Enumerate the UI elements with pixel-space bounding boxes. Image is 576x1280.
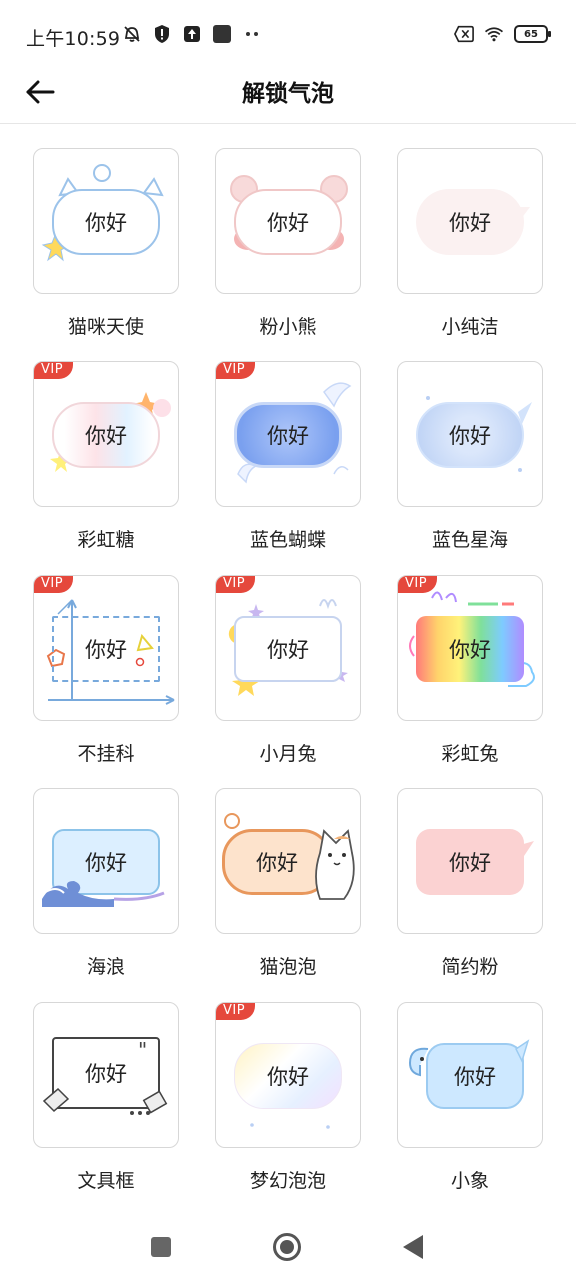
wifi-icon xyxy=(484,24,504,44)
bubble-card[interactable]: 你好 小象 xyxy=(397,1002,543,1193)
bubble-card[interactable]: 你好 猫泡泡 xyxy=(215,788,361,979)
vip-badge: VIP xyxy=(216,1003,256,1020)
bubble-label: 简约粉 xyxy=(441,956,499,978)
bubble-thumbnail[interactable]: 你好 xyxy=(215,148,361,294)
bubble-preview: 你好 xyxy=(234,616,342,682)
app-square-icon xyxy=(212,24,232,44)
bubble-preview: 你好 xyxy=(416,829,524,895)
bubble-card[interactable]: 你好 " 文具框 xyxy=(33,1002,179,1193)
recents-button[interactable] xyxy=(144,1230,178,1264)
vip-badge: VIP xyxy=(398,576,438,593)
bubble-label: 梦幻泡泡 xyxy=(249,1170,326,1192)
bubble-card[interactable]: VIP 你好 不挂科 xyxy=(33,575,179,766)
bubble-thumbnail[interactable]: 你好 " xyxy=(33,1002,179,1148)
bubble-thumbnail[interactable]: 你好 xyxy=(33,148,179,294)
back-triangle-icon xyxy=(403,1235,423,1259)
status-time: 上午10:59 xyxy=(26,28,121,50)
bubble-card[interactable]: 你好 小纯洁 xyxy=(397,148,543,339)
status-bar: 上午10:59 65 xyxy=(0,0,576,72)
bubble-thumbnail[interactable]: 你好 xyxy=(215,788,361,934)
nav-back-button[interactable] xyxy=(396,1230,430,1264)
bubble-label: 蓝色蝴蝶 xyxy=(249,529,326,551)
bubble-thumbnail[interactable]: 你好 xyxy=(397,1002,543,1148)
bubble-label: 文具框 xyxy=(77,1170,135,1192)
sim-blocked-icon xyxy=(454,24,474,44)
bubble-label: 猫泡泡 xyxy=(259,956,317,978)
bubble-thumbnail[interactable]: VIP 你好 xyxy=(215,1002,361,1148)
bubble-preview: 你好 xyxy=(52,616,160,682)
bubble-preview: 你好 xyxy=(416,189,524,255)
page-title: 解锁气泡 xyxy=(242,81,334,107)
bubble-thumbnail[interactable]: VIP 你好 xyxy=(33,361,179,507)
shield-alert-icon xyxy=(152,24,172,44)
bubble-label: 彩虹兔 xyxy=(441,743,499,765)
bubble-card[interactable]: VIP 你好 彩虹兔 xyxy=(397,575,543,766)
bubble-label: 不挂科 xyxy=(77,743,135,765)
status-icons-left xyxy=(122,24,262,44)
vip-badge: VIP xyxy=(34,362,74,379)
bubble-thumbnail[interactable]: 你好 xyxy=(397,148,543,294)
bubble-card[interactable]: 你好 海浪 xyxy=(33,788,179,979)
bubble-thumbnail[interactable]: 你好 xyxy=(397,361,543,507)
status-icons-right: 65 xyxy=(454,24,551,44)
cat-decoration-icon xyxy=(224,813,355,900)
bubble-label: 小象 xyxy=(450,1170,489,1192)
bubble-thumbnail[interactable]: VIP 你好 xyxy=(215,361,361,507)
bubble-card[interactable]: VIP 你好 彩虹糖 xyxy=(33,361,179,552)
battery-level: 65 xyxy=(524,28,538,40)
home-circle-icon xyxy=(273,1233,301,1261)
elephant-decoration-icon xyxy=(408,1039,530,1077)
mute-icon xyxy=(122,24,142,44)
home-button[interactable] xyxy=(270,1230,304,1264)
bubble-thumbnail[interactable]: 你好 xyxy=(33,788,179,934)
bubble-card[interactable]: 你好 粉小熊 xyxy=(215,148,361,339)
vip-badge: VIP xyxy=(216,362,256,379)
bubble-card[interactable]: VIP 你好 小月兔 xyxy=(215,575,361,766)
bubble-label: 海浪 xyxy=(86,956,125,978)
more-dots-icon xyxy=(242,24,262,44)
bubble-card[interactable]: VIP 你好 蓝色蝴蝶 xyxy=(215,361,361,552)
bubble-card[interactable]: 你好 猫咪天使 xyxy=(33,148,179,339)
battery-icon: 65 xyxy=(514,25,551,43)
bubble-thumbnail[interactable]: VIP 你好 xyxy=(33,575,179,721)
recents-square-icon xyxy=(151,1237,171,1257)
bubble-label: 彩虹糖 xyxy=(77,529,135,551)
bubble-card[interactable]: VIP 你好 梦幻泡泡 xyxy=(215,1002,361,1193)
bubble-label: 猫咪天使 xyxy=(67,316,144,338)
top-app-bar: 解锁气泡 xyxy=(0,72,576,124)
bubble-preview: 你好 xyxy=(52,402,160,468)
system-nav-bar xyxy=(0,1210,576,1280)
svg-text:": " xyxy=(138,1038,147,1062)
upload-icon xyxy=(182,24,202,44)
bubble-preview: 你好 xyxy=(234,402,342,468)
bubble-preview: 你好 xyxy=(52,189,160,255)
bubble-card[interactable]: 你好 蓝色星海 xyxy=(397,361,543,552)
bubble-preview: 你好 xyxy=(234,189,342,255)
bubble-preview: 你好 xyxy=(416,402,524,468)
bubble-label: 蓝色星海 xyxy=(431,529,508,551)
bubble-card[interactable]: 你好 简约粉 xyxy=(397,788,543,979)
stationery-decoration-icon: " xyxy=(42,1038,168,1115)
bubble-label: 小纯洁 xyxy=(441,316,499,338)
bubble-thumbnail[interactable]: VIP 你好 xyxy=(397,575,543,721)
bubble-thumbnail[interactable]: 你好 xyxy=(397,788,543,934)
bubble-preview: 你好 xyxy=(234,1043,342,1109)
bubble-preview: 你好 xyxy=(416,616,524,682)
vip-badge: VIP xyxy=(216,576,256,593)
wave-decoration-icon xyxy=(42,881,165,907)
bubble-label: 粉小熊 xyxy=(259,316,317,338)
bubble-label: 小月兔 xyxy=(259,743,317,765)
bubble-thumbnail[interactable]: VIP 你好 xyxy=(215,575,361,721)
vip-badge: VIP xyxy=(34,576,74,593)
